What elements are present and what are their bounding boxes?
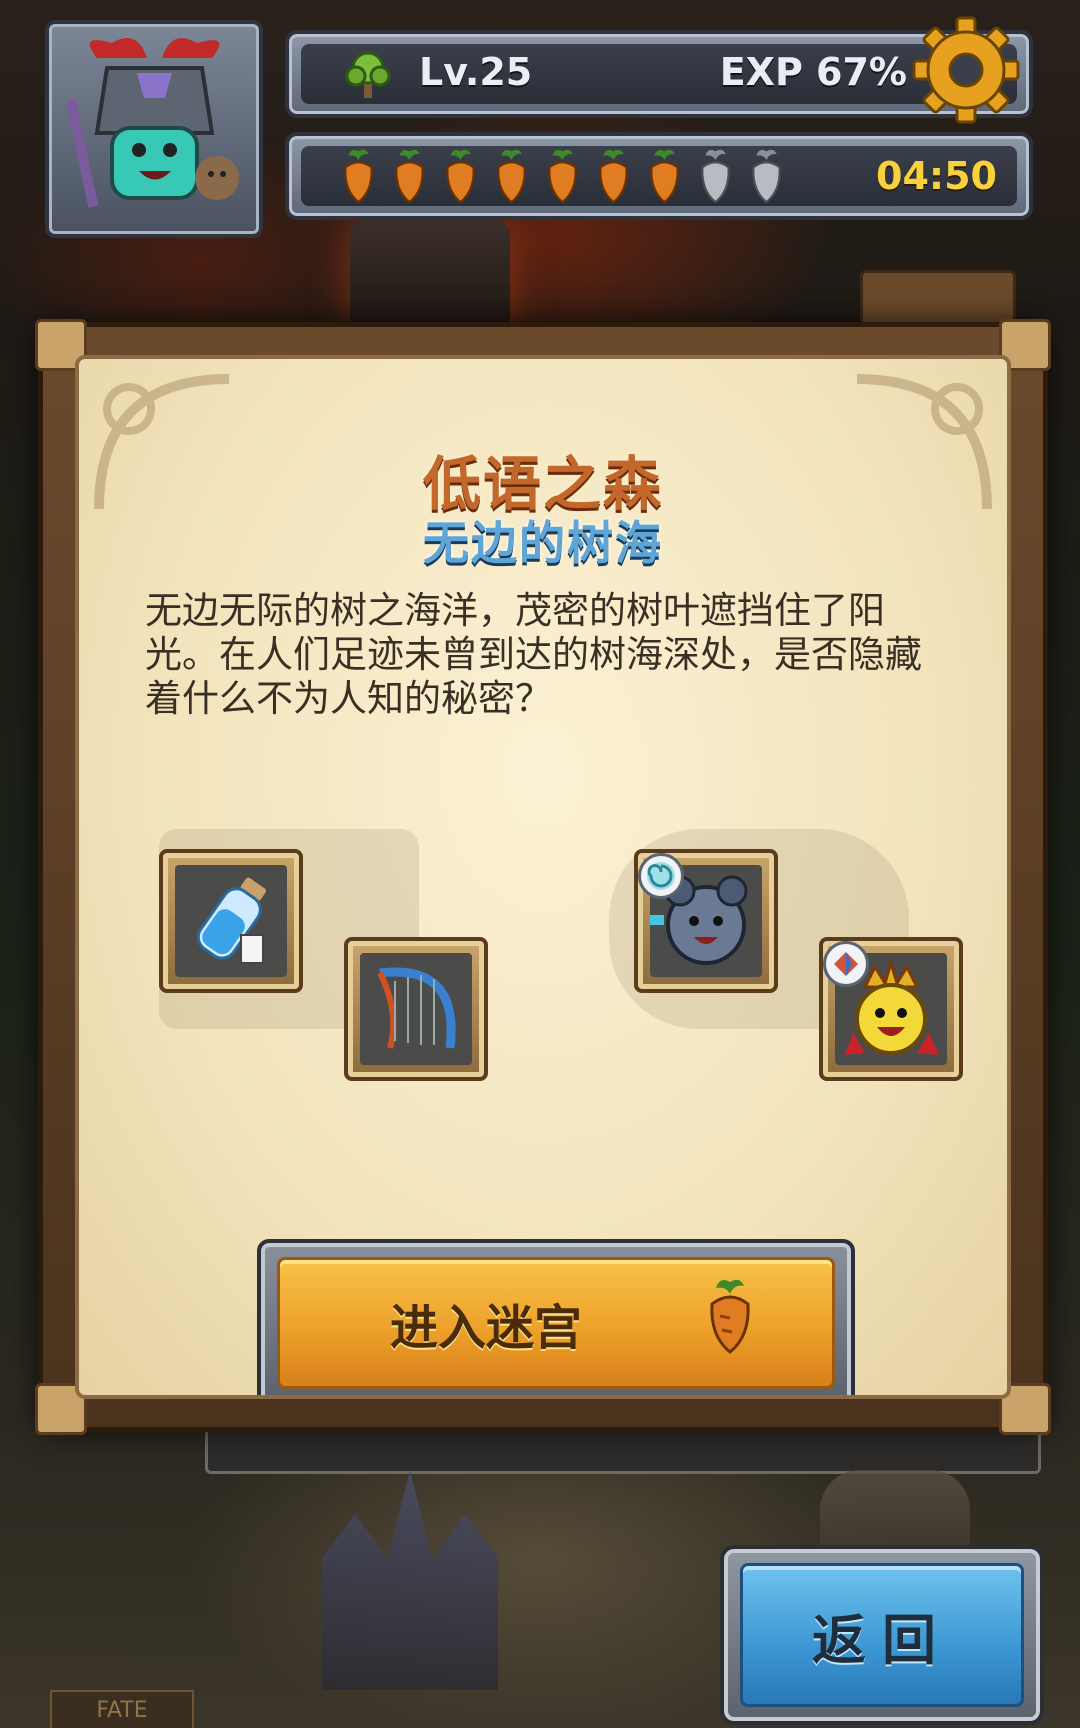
back-button-label: 返回 (812, 1609, 952, 1672)
dungeon-description: 无边无际的树之海洋，茂密的树叶遮挡住了阳光。在人们足迹未曾到达的树海深处，是否隐… (145, 589, 922, 720)
dungeon-panel: 低语之森 无边的树海 无边无际的树之海洋，茂密的树叶遮挡住了阳光。在人们足迹未曾… (35, 319, 1051, 1435)
background-chat-bar (205, 1428, 1041, 1474)
parchment: 低语之森 无边的树海 无边无际的树之海洋，茂密的树叶遮挡住了阳光。在人们足迹未曾… (75, 355, 1011, 1399)
energy-row (336, 146, 789, 206)
harp-bow-icon (377, 967, 456, 1049)
energy-timer: 04:50 (876, 154, 997, 198)
fate-tag: FATE (50, 1690, 194, 1728)
carrot-icon (599, 149, 628, 204)
carrot-icon (710, 1279, 750, 1354)
exp-label: EXP 67% (719, 50, 907, 94)
swirl-badge-icon (638, 853, 684, 899)
potion-icon (196, 877, 267, 964)
dungeon-subtitle: 无边的树海 (423, 516, 663, 570)
reward-slot-robot[interactable] (634, 849, 778, 993)
reward-slot-potion[interactable] (159, 849, 303, 993)
carrot-icon (650, 149, 679, 204)
carrot-icon (497, 149, 526, 204)
enter-dungeon-label: 进入迷宫 (390, 1300, 583, 1356)
energy-bar: 04:50 (285, 132, 1033, 220)
reward-slot-king[interactable] (819, 937, 963, 1081)
player-avatar[interactable] (45, 20, 263, 238)
carrot-icon (395, 149, 424, 204)
tree-icon (345, 51, 391, 98)
carrot-icon (344, 149, 373, 204)
back-button[interactable]: 返回 (720, 1545, 1044, 1725)
gear-icon[interactable] (910, 14, 1022, 126)
reward-slot-bow[interactable] (344, 937, 488, 1081)
background-castle (322, 1470, 498, 1690)
gem-badge-icon (823, 941, 869, 987)
carrot-icon (548, 149, 577, 204)
enter-dungeon-button-face: 进入迷宫 (277, 1257, 835, 1389)
knight-avatar-icon (67, 38, 239, 208)
carrot-icon (446, 149, 475, 204)
background-forge (350, 220, 510, 330)
level-label: Lv.25 (419, 50, 533, 94)
back-button-face: 返回 (740, 1563, 1024, 1707)
empty-carrot-icon (752, 149, 781, 204)
empty-carrot-icon (701, 149, 730, 204)
enter-dungeon-button[interactable]: 进入迷宫 (257, 1239, 855, 1395)
